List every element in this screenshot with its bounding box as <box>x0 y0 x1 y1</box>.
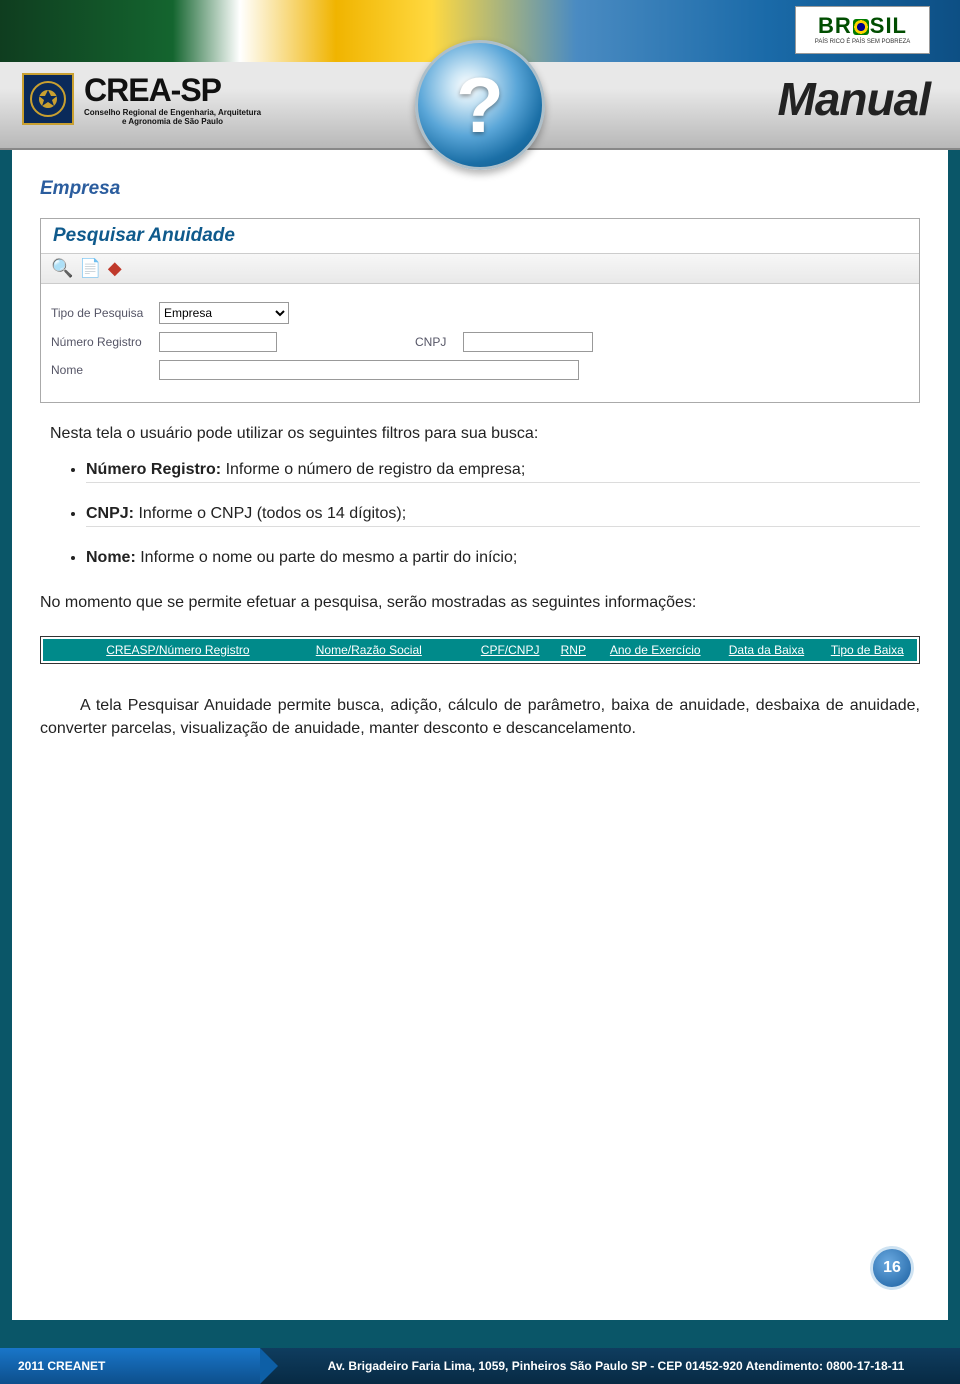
brasil-flag-icon <box>853 19 869 35</box>
tipo-label: Tipo de Pesquisa <box>51 306 151 320</box>
col-blank <box>65 639 87 661</box>
form-area: Tipo de Pesquisa Empresa Número Registro… <box>41 284 919 402</box>
crea-logo-block: CREA-SP Conselho Regional de Engenharia,… <box>22 72 261 127</box>
col-databaixa[interactable]: Data da Baixa <box>715 639 817 661</box>
page-footer: 2011 CREANET Av. Brigadeiro Faria Lima, … <box>0 1348 960 1384</box>
eraser-icon[interactable]: ◆ <box>108 258 122 279</box>
result-header-table: CREASP/Número Registro Nome/Razão Social… <box>40 636 920 664</box>
page-header: BRSIL PAÍS RICO É PAÍS SEM POBREZA CREA-… <box>0 0 960 150</box>
numero-input[interactable] <box>159 332 277 352</box>
page-body: Empresa Pesquisar Anuidade 🔍 📄 ◆ Tipo de… <box>12 150 948 1320</box>
mid-text: No momento que se permite efetuar a pesq… <box>40 594 920 612</box>
page-number-badge: 16 <box>870 1246 914 1290</box>
filter-item: CNPJ: Informe o CNPJ (todos os 14 dígito… <box>86 505 920 527</box>
col-rnp[interactable]: RNP <box>551 639 595 661</box>
filter-item: Número Registro: Informe o número de reg… <box>86 461 920 483</box>
intro-text: Nesta tela o usuário pode utilizar os se… <box>50 425 920 443</box>
crea-sub2: e Agronomia de São Paulo <box>84 118 261 127</box>
brasil-logo: BRSIL PAÍS RICO É PAÍS SEM POBREZA <box>795 6 930 54</box>
crea-emblem-icon <box>22 73 74 125</box>
section-title: Empresa <box>40 178 920 200</box>
search-icon[interactable]: 🔍 <box>51 258 73 279</box>
description-paragraph: A tela Pesquisar Anuidade permite busca,… <box>40 694 920 740</box>
brasil-subtitle: PAÍS RICO É PAÍS SEM POBREZA <box>815 39 910 45</box>
col-nome[interactable]: Nome/Razão Social <box>269 639 469 661</box>
cnpj-label: CNPJ <box>415 335 455 349</box>
numero-label: Número Registro <box>51 335 151 349</box>
footer-left: 2011 CREANET <box>0 1348 260 1384</box>
filter-item: Nome: Informe o nome ou parte do mesmo a… <box>86 549 920 570</box>
col-ano[interactable]: Ano de Exercício <box>595 639 715 661</box>
col-registro[interactable]: CREASP/Número Registro <box>87 639 269 661</box>
brasil-text: BRSIL <box>818 15 907 37</box>
nome-label: Nome <box>51 363 151 377</box>
filter-list: Número Registro: Informe o número de reg… <box>86 461 920 570</box>
question-badge-icon: ? <box>415 40 545 170</box>
panel-title: Pesquisar Anuidade <box>41 219 919 253</box>
panel-toolbar: 🔍 📄 ◆ <box>41 253 919 284</box>
cnpj-input[interactable] <box>463 332 593 352</box>
new-doc-icon[interactable]: 📄 <box>79 258 101 279</box>
col-blank <box>43 639 65 661</box>
question-mark: ? <box>456 60 504 151</box>
col-cpfcnpj[interactable]: CPF/CNPJ <box>469 639 552 661</box>
col-tipobaixa[interactable]: Tipo de Baixa <box>818 639 917 661</box>
manual-title: Manual <box>778 72 930 126</box>
tipo-select[interactable]: Empresa <box>159 302 289 324</box>
nome-input[interactable] <box>159 360 579 380</box>
crea-name: CREA-SP <box>84 72 261 109</box>
search-panel: Pesquisar Anuidade 🔍 📄 ◆ Tipo de Pesquis… <box>40 218 920 403</box>
footer-right: Av. Brigadeiro Faria Lima, 1059, Pinheir… <box>260 1348 960 1384</box>
